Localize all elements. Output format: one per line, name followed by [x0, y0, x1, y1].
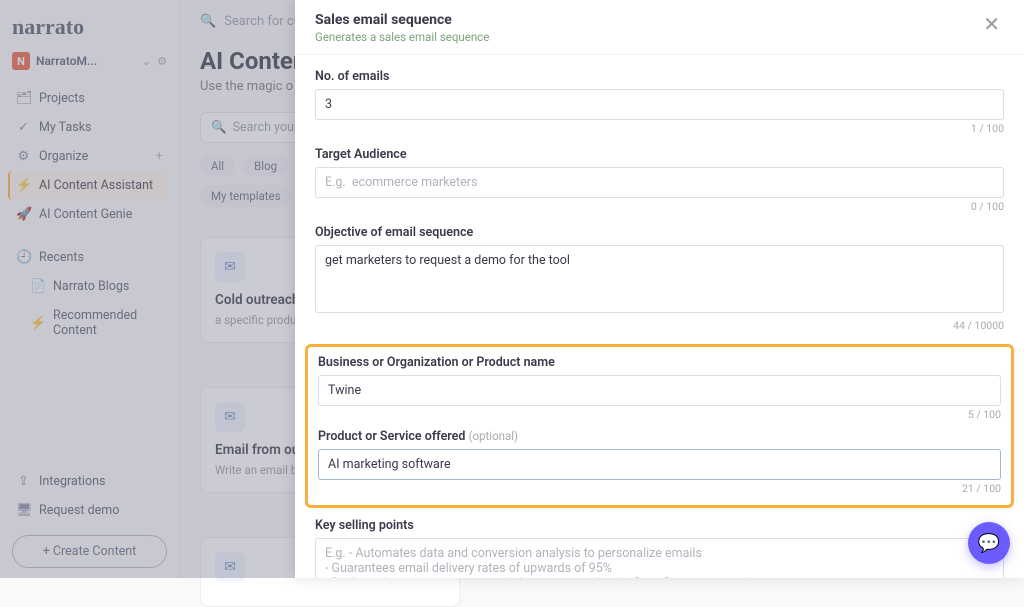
modal-title: Sales email sequence — [315, 12, 489, 28]
no-emails-label: No. of emails — [315, 69, 1004, 84]
objective-input[interactable] — [315, 245, 1004, 313]
objective-label: Objective of email sequence — [315, 225, 1004, 240]
callout-arrow-icon — [295, 365, 296, 381]
highlighted-section: Business or Organization or Product name… — [305, 344, 1014, 508]
callout-arrow-icon — [295, 422, 296, 438]
selling-points-label: Key selling points — [315, 518, 1004, 533]
modal-subtitle: Generates a sales email sequence — [315, 30, 489, 44]
sales-email-modal: Sales email sequence Generates a sales e… — [295, 0, 1024, 578]
product-offered-input[interactable] — [318, 449, 1001, 480]
no-emails-input[interactable] — [315, 89, 1004, 120]
char-counter: 0 / 100 — [315, 200, 1004, 213]
char-counter: 5 / 100 — [318, 408, 1001, 421]
help-chat-button[interactable]: 💬 — [968, 522, 1010, 564]
char-counter: 1 / 100 — [315, 122, 1004, 135]
close-icon[interactable]: ✕ — [979, 12, 1004, 36]
target-audience-label: Target Audience — [315, 147, 1004, 162]
char-counter: 21 / 100 — [318, 482, 1001, 495]
chat-icon: 💬 — [978, 533, 1000, 554]
selling-points-input[interactable] — [315, 538, 1004, 578]
char-counter: 44 / 10000 — [315, 319, 1004, 332]
business-name-input[interactable] — [318, 375, 1001, 406]
business-name-label: Business or Organization or Product name — [318, 355, 1001, 370]
target-audience-input[interactable] — [315, 167, 1004, 198]
product-offered-label: Product or Service offered (optional) — [318, 429, 1001, 444]
